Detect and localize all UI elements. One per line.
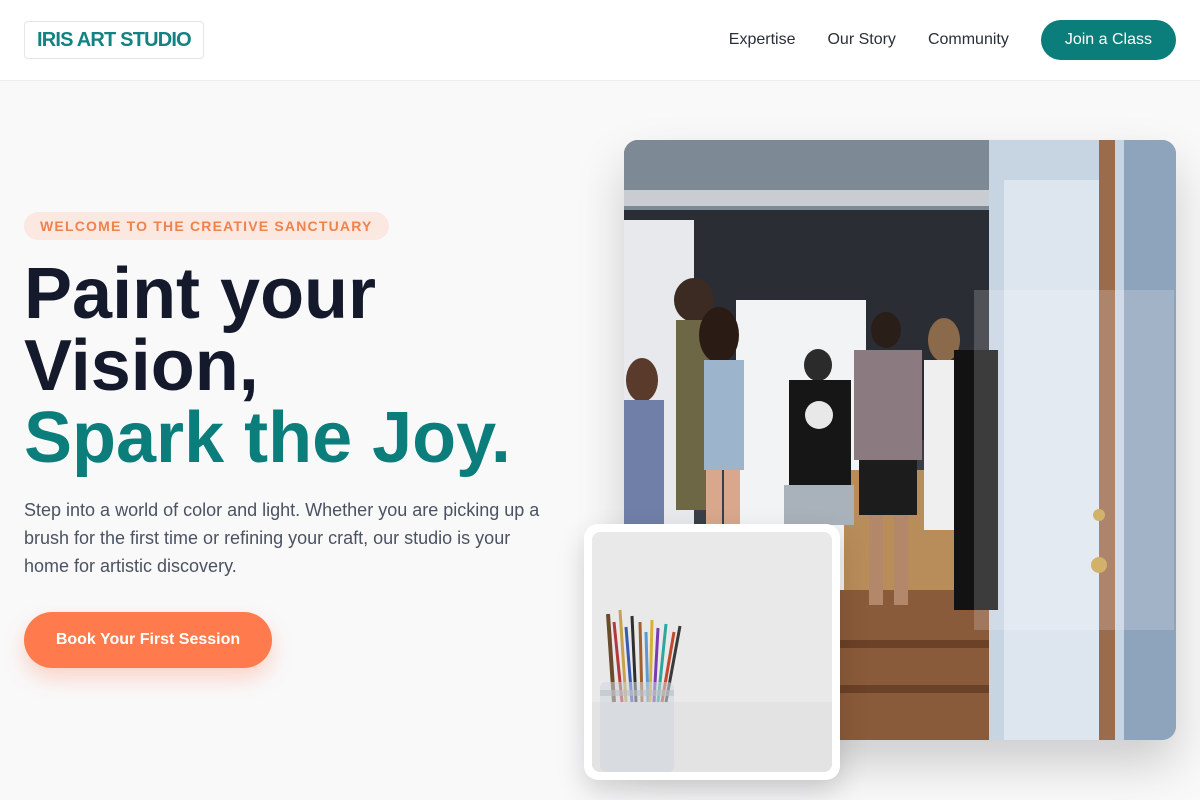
hero-headline: Paint your Vision, Spark the Joy. [24,258,584,474]
site-header: IRIS ART STUDIO Expertise Our Story Comm… [0,0,1200,81]
brand-logo[interactable]: IRIS ART STUDIO [24,21,204,59]
headline-accent: Spark the Joy. [24,398,511,478]
headline-primary: Paint your Vision, [24,254,377,406]
paintbrush-jar-photo [592,532,832,772]
nav-link-community[interactable]: Community [928,31,1009,49]
main-nav: Expertise Our Story Community Join a Cla… [729,20,1176,60]
nav-link-expertise[interactable]: Expertise [729,31,796,49]
hero-intro: Step into a world of color and light. Wh… [24,500,540,576]
paintbrush-jar-frame [584,524,840,780]
nav-link-our-story[interactable]: Our Story [827,31,895,49]
welcome-badge: WELCOME TO THE CREATIVE SANCTUARY [24,212,389,240]
join-class-button[interactable]: Join a Class [1040,20,1176,60]
book-session-button[interactable]: Book Your First Session [24,612,272,668]
